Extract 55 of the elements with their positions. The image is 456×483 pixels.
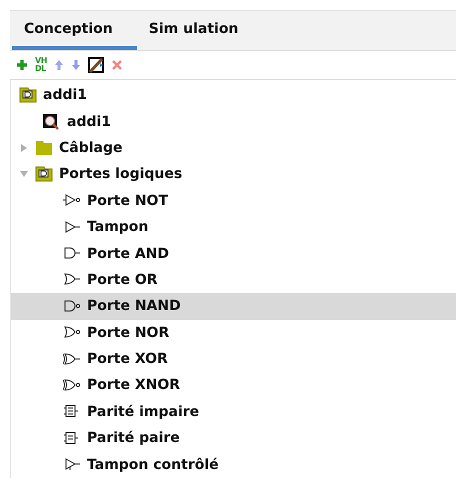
tree-item-label: Porte NOT: [87, 192, 168, 209]
tab[interactable]: Sim ulation: [136, 11, 252, 50]
tree-item-label: addi1: [67, 114, 112, 130]
tree-item[interactable]: Tampon: [11, 214, 456, 240]
tree-item[interactable]: Porte NOR: [11, 320, 456, 346]
tree-item[interactable]: Porte XNOR: [11, 372, 456, 399]
tree-item-label: Porte NAND: [87, 298, 181, 314]
tree-item-label: Câblage: [59, 140, 123, 156]
tree-item[interactable]: addi1: [11, 108, 456, 135]
edit-icon[interactable]: [88, 57, 104, 73]
tree-item[interactable]: Porte NAND: [11, 293, 456, 320]
tree-item-label: Porte NOR: [87, 324, 170, 341]
folder-icon: [35, 140, 53, 156]
tree-item-label: Portes logiques: [59, 166, 182, 182]
nand-gate-icon: [63, 300, 81, 313]
delete-icon[interactable]: [110, 59, 123, 71]
tree-item[interactable]: Portes logiques: [11, 161, 456, 188]
tree-item-label: addi1: [43, 87, 88, 104]
even-parity-gate-icon: [63, 432, 81, 445]
tab[interactable]: Conception: [12, 11, 137, 50]
tree-item[interactable]: Câblage: [11, 134, 456, 162]
buffer-gate-icon: [63, 220, 81, 234]
not-gate-icon: [63, 194, 81, 208]
chip-magnifier-icon: [41, 112, 61, 131]
tree-item-label: Tampon: [87, 219, 148, 236]
add-icon[interactable]: [16, 59, 28, 71]
tree-item-label: Parité impaire: [87, 404, 200, 420]
tree-item-label: Parité paire: [87, 430, 180, 446]
arrow-down-icon[interactable]: [70, 59, 81, 71]
tree-item-label: Porte OR: [87, 272, 158, 288]
collapsed-arrow-icon[interactable]: [19, 142, 29, 153]
tree-item[interactable]: Porte OR: [11, 266, 456, 294]
nor-gate-icon: [63, 326, 81, 340]
tree-item[interactable]: Parité paire: [11, 425, 456, 452]
tree-item[interactable]: Porte AND: [11, 240, 456, 267]
tree-item[interactable]: Porte XOR: [11, 346, 456, 372]
folder-gate-icon: [19, 87, 37, 104]
arrow-up-icon[interactable]: [54, 59, 64, 71]
tree-item[interactable]: Parité impaire: [11, 398, 456, 426]
tree-item[interactable]: addi1: [11, 82, 456, 108]
tree-item[interactable]: Tampon contrôlé: [11, 451, 456, 478]
and-gate-icon: [63, 247, 81, 260]
vhdl-button[interactable]: VH DL: [35, 57, 47, 73]
tree-item-label: Tampon contrôlé: [87, 456, 219, 473]
or-gate-icon: [63, 273, 81, 286]
folder-gate-icon: [35, 166, 53, 182]
controlled-buffer-gate-icon: [63, 458, 81, 472]
tree-item[interactable]: Porte NOT: [11, 188, 456, 214]
odd-parity-gate-icon: [63, 405, 81, 418]
tree-item-label: Porte AND: [87, 246, 170, 262]
tree-item-label: Porte XNOR: [87, 377, 180, 394]
tree-item-label: Porte XOR: [87, 351, 168, 368]
xor-gate-icon: [63, 352, 81, 366]
xnor-gate-icon: [63, 378, 81, 392]
expanded-arrow-icon[interactable]: [19, 169, 29, 180]
